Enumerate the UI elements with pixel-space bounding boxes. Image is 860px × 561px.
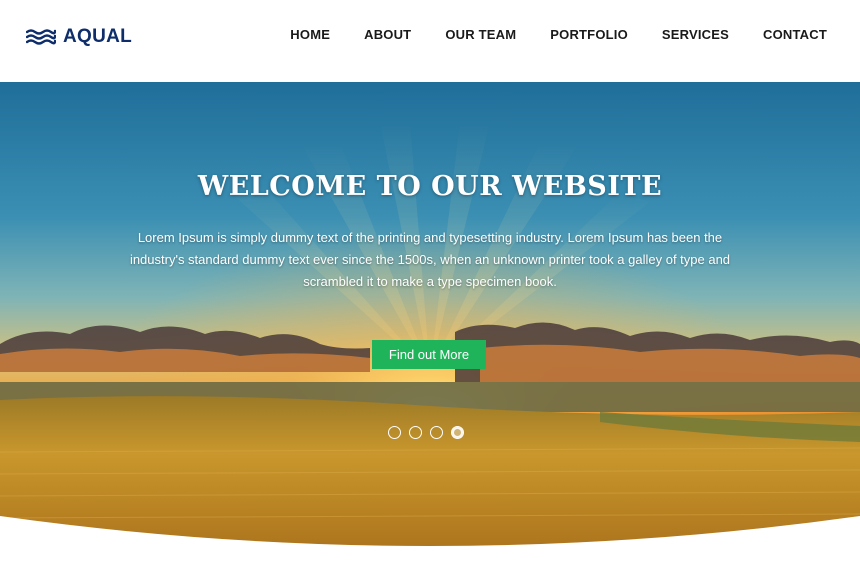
hero-background-image [0,82,860,561]
waves-icon [26,29,56,45]
main-nav: HOME ABOUT OUR TEAM PORTFOLIO SERVICES C… [256,27,827,42]
hero-title: WELCOME TO OUR WEBSITE [197,171,663,202]
nav-item-about[interactable]: ABOUT [364,27,411,42]
find-out-more-button[interactable]: Find out More [372,340,486,369]
brand-name: AQUAL [63,26,133,47]
brand-logo[interactable]: AQUAL [26,26,132,48]
slider-dot-1[interactable] [388,426,401,439]
nav-item-services[interactable]: SERVICES [662,27,729,42]
nav-item-our-team[interactable]: OUR TEAM [445,27,516,42]
slider-dot-4[interactable] [451,426,464,439]
slider-dot-2[interactable] [409,426,422,439]
hero-description: Lorem Ipsum is simply dummy text of the … [129,230,731,289]
hero-bottom-curve [0,516,860,561]
hero-slider: WELCOME TO OUR WEBSITE Lorem Ipsum is si… [0,82,860,561]
nav-item-contact[interactable]: CONTACT [763,27,827,42]
nav-item-home[interactable]: HOME [290,27,330,42]
site-header: AQUAL HOME ABOUT OUR TEAM PORTFOLIO SERV… [0,0,860,82]
slider-dot-3[interactable] [430,426,443,439]
nav-item-portfolio[interactable]: PORTFOLIO [550,27,628,42]
slider-pagination [388,426,464,439]
